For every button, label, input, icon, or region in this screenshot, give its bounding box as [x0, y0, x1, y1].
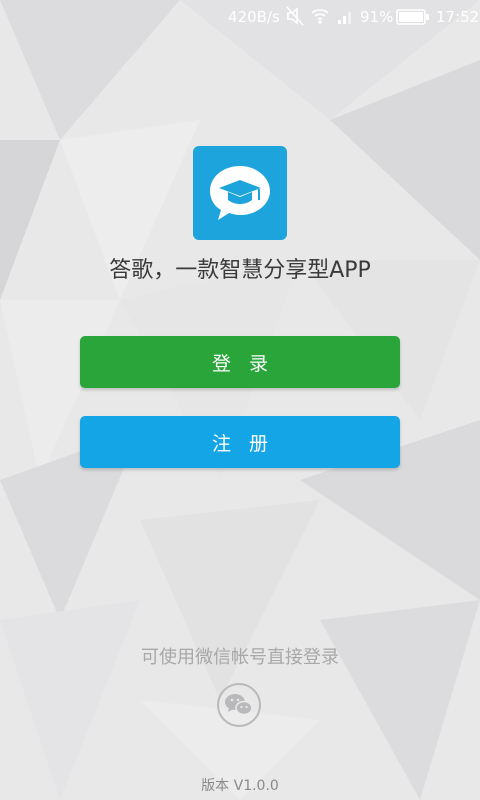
- wifi-icon: [310, 6, 330, 30]
- register-button[interactable]: 注册: [80, 416, 400, 468]
- signal-icon: [336, 6, 354, 30]
- battery-icon: [396, 8, 430, 30]
- login-button[interactable]: 登录: [80, 336, 400, 388]
- wechat-login-button[interactable]: [216, 682, 262, 728]
- clock: 17:52: [436, 8, 480, 26]
- app-tagline: 答歌，一款智慧分享型APP: [109, 258, 371, 283]
- battery-percent: 91%: [360, 8, 394, 26]
- wechat-icon: [217, 683, 261, 727]
- mute-icon: [286, 6, 304, 30]
- app-version: 版本 V1.0.0: [201, 778, 279, 794]
- background-pattern: [0, 0, 480, 800]
- app-logo: [193, 146, 287, 240]
- wechat-login-hint: 可使用微信帐号直接登录: [141, 647, 339, 668]
- network-speed: 420B/s: [228, 8, 280, 26]
- status-bar: 420B/s 91% 17:52: [0, 0, 480, 34]
- graduation-cap-chat-icon: [210, 166, 270, 220]
